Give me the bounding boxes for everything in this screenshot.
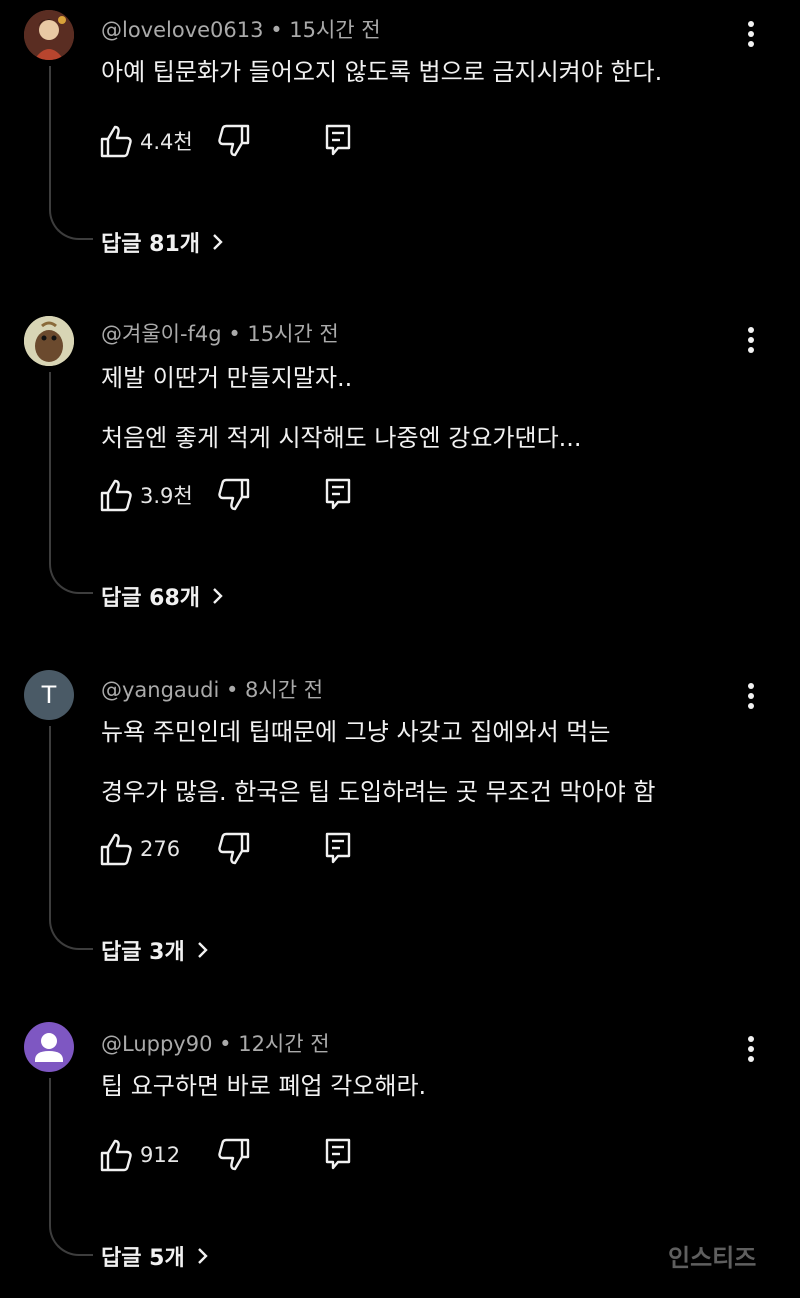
more-options-button[interactable]: [738, 679, 764, 713]
comment-text: 팁 요구하면 바로 폐업 각오해라.: [101, 1056, 426, 1116]
more-vert-icon: [748, 1036, 754, 1062]
view-replies-button[interactable]: 답글 81개: [101, 226, 224, 258]
comment-meta: @겨울이-f4g • 15시간 전: [101, 318, 339, 348]
author-name[interactable]: @겨울이-f4g: [101, 322, 222, 346]
author-name[interactable]: @lovelove0613: [101, 18, 264, 42]
comment-line: 아예 팁문화가 들어오지 않도록 법으로 금지시켜야 한다.: [101, 58, 663, 86]
user-silhouette-icon: [35, 1033, 63, 1062]
view-replies-button[interactable]: 답글 68개: [101, 580, 224, 612]
comment-text: 제발 이딴거 만들지말자.. 처음엔 좋게 적게 시작해도 나중엔 강요가댄다.…: [101, 348, 582, 468]
timestamp[interactable]: 8시간 전: [245, 678, 323, 702]
more-options-button[interactable]: [738, 323, 764, 357]
author-name[interactable]: @Luppy90: [101, 1032, 212, 1056]
thumbs-up-icon: [100, 833, 132, 866]
like-count: 4.4천: [140, 130, 193, 154]
like-count: 912: [140, 1143, 181, 1167]
timestamp[interactable]: 12시간 전: [238, 1032, 329, 1056]
separator-dot: •: [225, 678, 246, 702]
reply-button[interactable]: [325, 1138, 351, 1174]
more-options-button[interactable]: [738, 17, 764, 51]
view-replies-button[interactable]: 답글 5개: [101, 1240, 209, 1272]
comment-line: 처음엔 좋게 적게 시작해도 나중엔 강요가댄다...: [101, 424, 582, 452]
cartoon-face-icon: [24, 316, 74, 366]
more-options-button[interactable]: [738, 1032, 764, 1066]
view-replies-button[interactable]: 답글 3개: [101, 934, 209, 966]
like-button[interactable]: 3.9천: [100, 478, 193, 512]
chevron-right-icon: [213, 234, 223, 250]
separator-dot: •: [228, 322, 248, 346]
comment-line: 경우가 많음. 한국은 팁 도입하려는 곳 무조건 막아야 함: [101, 778, 656, 806]
chevron-right-icon: [197, 942, 208, 958]
replies-label: 답글 5개: [101, 1246, 185, 1271]
dislike-button[interactable]: [218, 1138, 250, 1176]
comment-reply-icon: [325, 478, 351, 510]
thread-line: [49, 66, 93, 240]
replies-label: 답글 81개: [101, 232, 200, 257]
comment-meta: @lovelove0613 • 15시간 전: [101, 14, 381, 44]
comment-reply-icon: [325, 1138, 351, 1170]
timestamp[interactable]: 15시간 전: [247, 322, 338, 346]
reply-button[interactable]: [325, 124, 351, 160]
thumbs-down-icon: [218, 478, 250, 511]
comment-actions: 4.4천: [100, 124, 380, 164]
timestamp[interactable]: 15시간 전: [289, 18, 380, 42]
thumbs-up-icon: [100, 125, 132, 158]
comment-line: 팁 요구하면 바로 폐업 각오해라.: [101, 1072, 427, 1100]
thread-line: [49, 372, 93, 594]
comment-actions: 276: [100, 832, 380, 872]
like-button[interactable]: 4.4천: [100, 124, 193, 158]
thumbs-down-icon: [218, 832, 250, 865]
like-count: 3.9천: [140, 484, 193, 508]
thumbs-down-icon: [218, 1138, 250, 1171]
comment-text: 뉴욕 주민인데 팁때문에 그냥 사갖고 집에와서 먹는 경우가 많음. 한국은 …: [101, 702, 655, 822]
thread-line: [49, 1078, 93, 1256]
watermark: 인스티즈: [668, 1244, 757, 1272]
comment-text: 아예 팁문화가 들어오지 않도록 법으로 금지시켜야 한다.: [101, 42, 662, 102]
comment-actions: 912: [100, 1138, 380, 1178]
chevron-right-icon: [197, 1248, 208, 1264]
dislike-button[interactable]: [218, 124, 250, 162]
separator-dot: •: [219, 1032, 239, 1056]
avatar[interactable]: [24, 316, 74, 366]
reply-button[interactable]: [325, 832, 351, 868]
comment-actions: 3.9천: [100, 478, 380, 518]
avatar[interactable]: [24, 1022, 74, 1072]
thread-line: [49, 726, 93, 950]
more-vert-icon: [748, 21, 754, 47]
more-vert-icon: [748, 327, 754, 353]
more-vert-icon: [748, 683, 754, 709]
illustrated-portrait-icon: [24, 10, 74, 60]
reply-button[interactable]: [325, 478, 351, 514]
dislike-button[interactable]: [218, 832, 250, 870]
avatar-letter: T: [41, 681, 57, 709]
comment-line: 뉴욕 주민인데 팁때문에 그냥 사갖고 집에와서 먹는: [101, 718, 611, 746]
comment-reply-icon: [325, 832, 351, 864]
like-count: 276: [140, 837, 181, 861]
comment-meta: @Luppy90 • 12시간 전: [101, 1028, 330, 1058]
thumbs-up-icon: [100, 1139, 132, 1172]
like-button[interactable]: 912: [100, 1138, 180, 1172]
comment-meta: @yangaudi • 8시간 전: [101, 674, 323, 704]
chevron-right-icon: [213, 588, 223, 604]
separator-dot: •: [270, 18, 290, 42]
thumbs-up-icon: [100, 479, 132, 512]
avatar[interactable]: [24, 10, 74, 60]
replies-label: 답글 68개: [101, 586, 200, 611]
like-button[interactable]: 276: [100, 832, 180, 866]
comment-line: 제발 이딴거 만들지말자..: [101, 364, 353, 392]
thumbs-down-icon: [218, 124, 250, 157]
comment-reply-icon: [325, 124, 351, 156]
author-name[interactable]: @yangaudi: [101, 678, 219, 702]
dislike-button[interactable]: [218, 478, 250, 516]
replies-label: 답글 3개: [101, 940, 185, 965]
avatar[interactable]: T: [24, 670, 74, 720]
